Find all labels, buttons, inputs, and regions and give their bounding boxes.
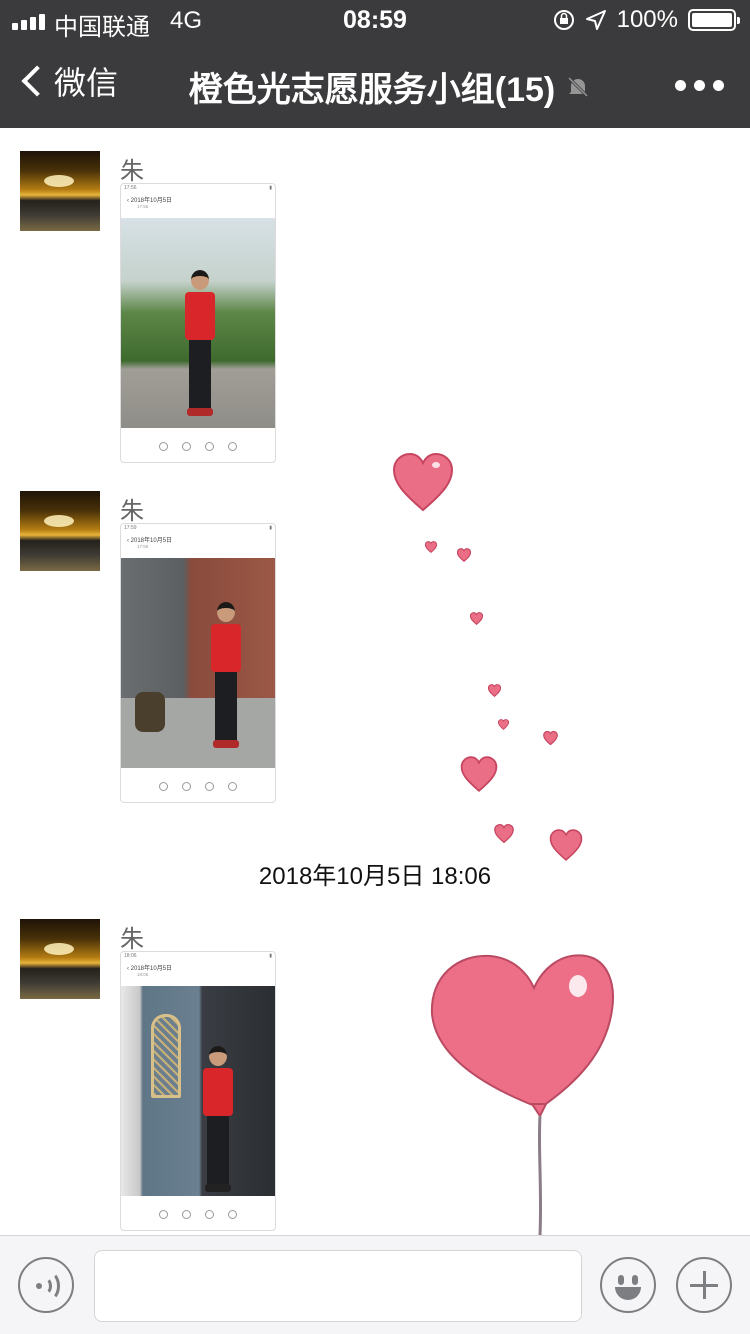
battery-percent: 100% — [616, 6, 678, 33]
heart-doodle-icon — [543, 731, 558, 745]
photo — [121, 558, 275, 768]
top-bar: 中国联通 4G 08:59 100% 微信 橙色光志愿服务小组(15) — [0, 0, 750, 128]
more-button[interactable] — [675, 80, 724, 91]
status-bar: 中国联通 4G 08:59 100% — [0, 0, 750, 41]
heart-doodle-icon — [470, 612, 483, 625]
heart-doodle-icon — [549, 829, 583, 861]
input-bar — [0, 1235, 750, 1334]
message-input[interactable] — [94, 1250, 582, 1322]
avatar[interactable] — [20, 151, 100, 231]
heart-doodle-icon — [494, 824, 514, 843]
orientation-lock-icon — [553, 10, 574, 30]
heart-doodle-icon — [498, 719, 509, 730]
photo — [121, 986, 275, 1196]
location-icon — [585, 10, 606, 30]
heart-doodle-icon — [392, 452, 454, 512]
heart-balloon-icon — [430, 954, 614, 1235]
photo — [121, 218, 275, 428]
shot-status-time: 17:56 — [124, 185, 137, 191]
voice-button[interactable] — [18, 1257, 74, 1313]
nav-bar: 微信 橙色光志愿服务小组(15) — [0, 40, 750, 128]
chat-title-text: 橙色光志愿服务小组(15) — [188, 71, 556, 109]
heart-doodle-icon — [425, 541, 437, 553]
avatar[interactable] — [20, 491, 100, 571]
chat-title: 橙色光志愿服务小组(15) — [0, 62, 750, 111]
avatar[interactable] — [20, 919, 100, 999]
bell-slash-icon — [567, 75, 590, 98]
status-right: 100% — [553, 6, 740, 34]
heart-doodle-icon — [488, 684, 501, 697]
ellipsis-icon — [675, 80, 686, 91]
shot-header-time: 17:56 — [137, 204, 149, 209]
timestamp: 2018年10月5日 18:06 — [258, 863, 492, 890]
image-message[interactable]: 18:06 ▮ ‹ 2018年10月5日 18:05 — [120, 951, 276, 1231]
heart-doodle-icon — [460, 756, 498, 792]
image-message[interactable]: 17:56 ▮ ‹ 2018年10月5日 17:56 — [120, 183, 276, 463]
image-message[interactable]: 17:59 ▮ ‹ 2018年10月5日 17:59 — [120, 523, 276, 803]
shot-status-time: 18:06 — [124, 953, 137, 959]
shot-header-time: 18:05 — [137, 972, 149, 977]
emoji-button[interactable] — [600, 1257, 656, 1313]
shot-status-time: 17:59 — [124, 525, 137, 531]
shot-header-time: 17:59 — [137, 544, 149, 549]
plus-button[interactable] — [676, 1257, 732, 1313]
heart-doodle-icon — [457, 548, 471, 562]
battery-icon — [688, 9, 740, 31]
